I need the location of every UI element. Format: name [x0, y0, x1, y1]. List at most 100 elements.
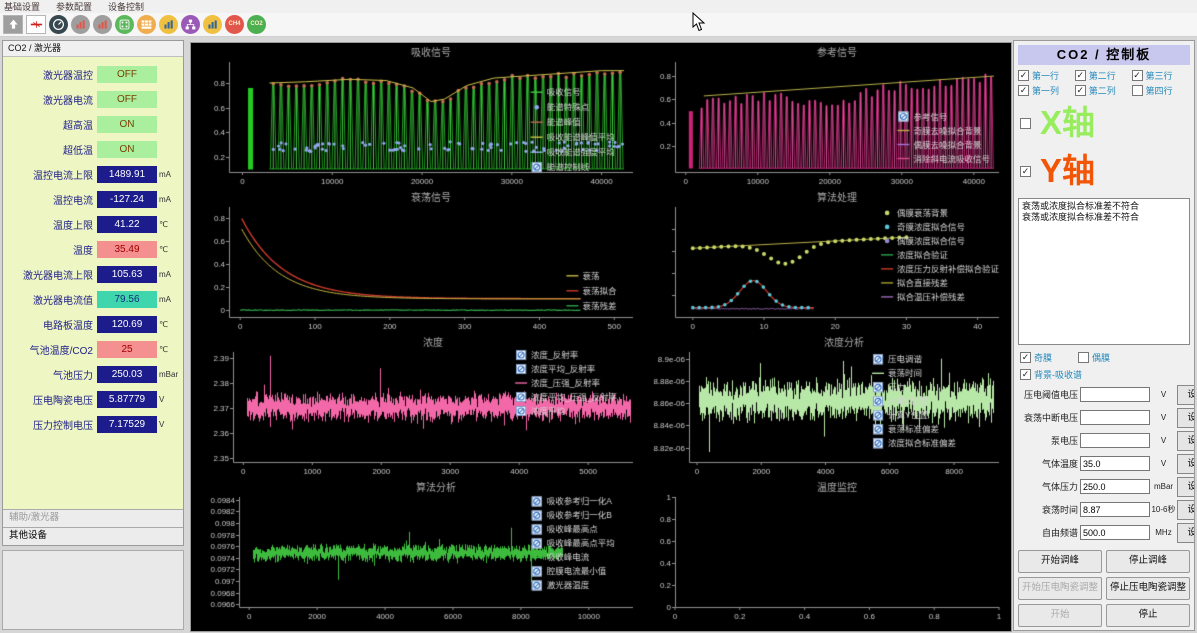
- bar-chart-icon[interactable]: [93, 15, 112, 34]
- grid-checkbox-label: 第一列: [1032, 84, 1059, 97]
- nodes-icon[interactable]: [181, 15, 200, 34]
- action-button[interactable]: 停止压电陶瓷调整: [1106, 577, 1190, 600]
- set-button[interactable]: 设置: [1177, 408, 1195, 428]
- param-label: 温度上限: [3, 217, 97, 232]
- param-unit: ℃: [157, 220, 181, 229]
- grid-checkbox-item[interactable]: 第四行: [1132, 84, 1189, 97]
- field-input[interactable]: [1080, 456, 1150, 471]
- mode-checkbox-item[interactable]: ✓奇膜: [1020, 351, 1052, 364]
- param-unit: ℃: [157, 345, 181, 354]
- co2-icon[interactable]: CO2: [247, 15, 266, 34]
- action-button: 开始: [1018, 604, 1102, 627]
- chart-reference-signal[interactable]: [645, 45, 1007, 188]
- chart-icon[interactable]: [159, 15, 178, 34]
- chart-temperature-monitor[interactable]: [645, 480, 1007, 623]
- mode-checkbox-label: 偶膜: [1092, 351, 1110, 364]
- chart-concentration[interactable]: [195, 335, 641, 478]
- param-row: 电路板温度120.69℃: [3, 312, 183, 337]
- set-button[interactable]: 设置: [1177, 477, 1195, 497]
- field-unit: mBar: [1150, 482, 1177, 491]
- accordion-bar[interactable]: 辅助/激光器: [3, 509, 183, 527]
- grid-checkbox-item[interactable]: ✓第一行: [1018, 69, 1075, 82]
- action-button: 开始压电陶瓷调整: [1018, 577, 1102, 600]
- action-button[interactable]: 开始调峰: [1018, 550, 1102, 573]
- left-empty-panel: [2, 550, 184, 630]
- param-label: 电路板温度: [3, 317, 97, 332]
- checkbox[interactable]: ✓: [1075, 70, 1086, 81]
- menu-item[interactable]: 设备控制: [108, 0, 144, 13]
- action-button[interactable]: 停止调峰: [1106, 550, 1190, 573]
- chart-ringdown-signal[interactable]: [195, 190, 641, 333]
- checkbox[interactable]: [1132, 85, 1143, 96]
- chart-icon[interactable]: [203, 15, 222, 34]
- param-unit: mA: [157, 295, 181, 304]
- grid-checkbox-label: 第二列: [1089, 84, 1116, 97]
- mode-checkbox-label: 背景-吸收谱: [1034, 368, 1082, 381]
- grid-checkbox-item[interactable]: ✓第一列: [1018, 84, 1075, 97]
- param-row: 温控电流上限1489.91mA: [3, 162, 183, 187]
- param-unit: mA: [157, 195, 181, 204]
- dice-icon[interactable]: [115, 15, 134, 34]
- field-input[interactable]: [1080, 410, 1150, 425]
- grid-checkbox-item[interactable]: ✓第二行: [1075, 69, 1132, 82]
- field-input[interactable]: [1080, 502, 1150, 517]
- param-row: 超低温ON: [3, 137, 183, 162]
- message-line: 衰荡或浓度拟合标准差不符合: [1022, 201, 1186, 212]
- grid-icon[interactable]: [137, 15, 156, 34]
- checkbox[interactable]: ✓: [1018, 85, 1029, 96]
- message-line: 衰荡或浓度拟合标准差不符合: [1022, 212, 1186, 223]
- accordion-bar[interactable]: 其他设备: [3, 527, 183, 545]
- param-unit: mA: [157, 170, 181, 179]
- chart-algorithm-analysis[interactable]: [195, 480, 641, 623]
- field-unit: 10-6秒: [1150, 504, 1177, 515]
- set-button[interactable]: 设置: [1177, 500, 1195, 520]
- set-button[interactable]: 设置: [1177, 454, 1195, 474]
- grid-checkbox-item[interactable]: ✓第三行: [1132, 69, 1189, 82]
- checkbox[interactable]: [1020, 118, 1031, 129]
- checkbox[interactable]: ✓: [1018, 70, 1029, 81]
- action-button[interactable]: 停止: [1106, 604, 1190, 627]
- axis-toggle-row: ✓ Y轴: [1014, 146, 1194, 194]
- checkbox[interactable]: [1078, 352, 1089, 363]
- set-button[interactable]: 设置: [1177, 431, 1195, 451]
- chart-concentration-analysis[interactable]: [645, 335, 1007, 478]
- menu-item[interactable]: 基础设置: [4, 0, 40, 13]
- field-unit: V: [1150, 459, 1177, 468]
- param-value: 5.87779: [97, 391, 157, 408]
- axis-label: Y轴: [1040, 149, 1095, 193]
- field-input[interactable]: [1080, 387, 1150, 402]
- chart-absorption-signal[interactable]: [195, 45, 641, 188]
- param-unit: V: [157, 420, 181, 429]
- chart-algorithm-processing[interactable]: [645, 190, 1007, 333]
- checkbox[interactable]: ✓: [1075, 85, 1086, 96]
- checkbox[interactable]: ✓: [1020, 166, 1031, 177]
- menu-item[interactable]: 参数配置: [56, 0, 92, 13]
- checkbox[interactable]: ✓: [1020, 352, 1031, 363]
- grid-checkbox-label: 第二行: [1089, 69, 1116, 82]
- mode-checkbox-item[interactable]: ✓背景-吸收谱: [1020, 368, 1082, 381]
- up-arrow-icon[interactable]: [3, 15, 23, 34]
- field-label: 衰荡中断电压: [1016, 411, 1080, 424]
- field-input[interactable]: [1080, 479, 1150, 494]
- param-value: 79.56: [97, 291, 157, 308]
- set-button[interactable]: 设置: [1177, 523, 1195, 543]
- set-button[interactable]: 设置: [1177, 385, 1195, 405]
- field-label: 压电阈值电压: [1016, 388, 1080, 401]
- field-input[interactable]: [1080, 525, 1150, 540]
- param-row: 压力控制电压7.17529V: [3, 412, 183, 437]
- checkbox[interactable]: ✓: [1020, 369, 1031, 380]
- message-listbox[interactable]: 衰荡或浓度拟合标准差不符合衰荡或浓度拟合标准差不符合: [1018, 198, 1190, 345]
- grid-checkbox-item[interactable]: ✓第二列: [1075, 84, 1132, 97]
- param-value: 35.49: [97, 241, 157, 258]
- bar-chart-icon[interactable]: [71, 15, 90, 34]
- measure-line-icon[interactable]: [26, 15, 46, 34]
- gauge-icon[interactable]: [49, 15, 68, 34]
- checkbox[interactable]: ✓: [1132, 70, 1143, 81]
- param-label: 激光器电流值: [3, 292, 97, 307]
- axis-toggle-row: X轴: [1014, 98, 1194, 146]
- laser-panel-title: CO2 / 激光器: [3, 41, 183, 57]
- field-input[interactable]: [1080, 433, 1150, 448]
- mode-checkbox-item[interactable]: 偶膜: [1078, 351, 1110, 364]
- param-value: 7.17529: [97, 416, 157, 433]
- ch4-icon[interactable]: CH4: [225, 15, 244, 34]
